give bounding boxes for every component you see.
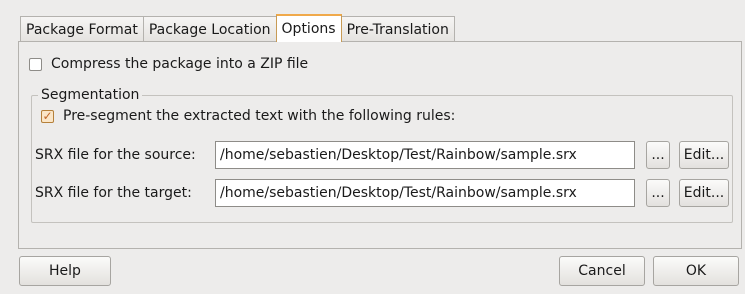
segmentation-title: Segmentation (38, 87, 143, 103)
target-srx-label: SRX file for the target: (35, 185, 192, 201)
target-edit-button[interactable]: Edit... (679, 179, 729, 207)
presegment-row[interactable]: ✓ Pre-segment the extracted text with th… (41, 108, 455, 124)
tab-options[interactable]: Options (275, 14, 342, 42)
ok-button[interactable]: OK (653, 256, 739, 286)
segmentation-groupbox: Segmentation ✓ Pre-segment the extracted… (31, 87, 733, 223)
source-srx-label: SRX file for the source: (35, 147, 196, 163)
source-edit-button[interactable]: Edit... (679, 141, 729, 169)
presegment-label: Pre-segment the extracted text with the … (63, 108, 456, 124)
compress-checkbox[interactable] (29, 57, 42, 71)
compress-row[interactable]: Compress the package into a ZIP file (29, 56, 308, 72)
compress-label: Compress the package into a ZIP file (51, 56, 309, 72)
options-dialog: Package Format Package Location Options … (0, 0, 745, 294)
source-browse-button[interactable]: ... (646, 141, 670, 169)
tab-pre-translation[interactable]: Pre-Translation (340, 16, 455, 42)
tab-package-format[interactable]: Package Format (20, 16, 144, 42)
target-srx-row: SRX file for the target: ... Edit... (35, 179, 729, 207)
source-srx-row: SRX file for the source: ... Edit... (35, 141, 729, 169)
options-panel: Compress the package into a ZIP file Seg… (18, 41, 742, 249)
target-srx-input[interactable] (215, 179, 635, 207)
tab-bar: Package Format Package Location Options … (20, 14, 455, 42)
presegment-checkbox[interactable]: ✓ (41, 109, 54, 123)
help-button[interactable]: Help (19, 256, 111, 286)
tab-package-location[interactable]: Package Location (142, 16, 277, 42)
cancel-button[interactable]: Cancel (559, 256, 645, 286)
source-srx-input[interactable] (215, 141, 635, 169)
target-browse-button[interactable]: ... (646, 179, 670, 207)
